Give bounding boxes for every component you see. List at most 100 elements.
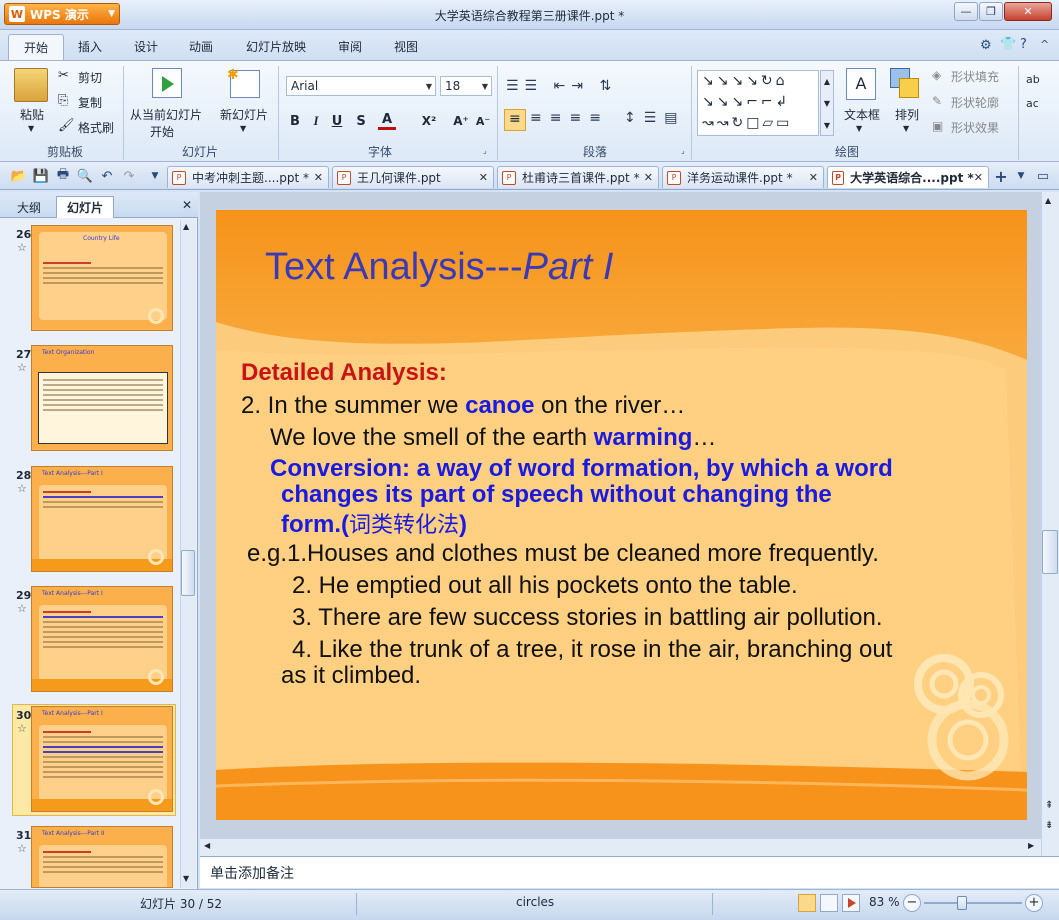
shape-outline-icon[interactable]: ✎: [932, 94, 942, 108]
doc-tab-3[interactable]: P 杜甫诗三首课件.ppt * ✕: [497, 166, 659, 188]
close-icon[interactable]: ✕: [479, 171, 488, 184]
arrange-icon[interactable]: [890, 68, 920, 100]
copy-icon[interactable]: ⎘: [58, 93, 68, 108]
paste-icon[interactable]: [14, 68, 48, 102]
close-button[interactable]: ✕: [1004, 2, 1052, 21]
settings-icon[interactable]: ⚙: [980, 38, 992, 53]
scissors-icon[interactable]: ✂: [58, 68, 69, 83]
scroll-left-icon[interactable]: ◀: [204, 841, 210, 850]
example-4-cont[interactable]: as it climbed.: [281, 662, 421, 690]
bold-button[interactable]: B: [286, 112, 304, 130]
format-painter-button[interactable]: 格式刷: [78, 119, 114, 136]
customize-toolbar-icon[interactable]: ▼: [146, 167, 164, 185]
print-icon[interactable]: 🖶: [54, 167, 72, 185]
example-1[interactable]: e.g.1.Houses and clothes must be cleaned…: [247, 540, 879, 568]
zoom-slider-thumb[interactable]: [957, 896, 967, 910]
scrollbar-thumb[interactable]: [1042, 530, 1058, 574]
skin-icon[interactable]: 👕: [1000, 37, 1016, 52]
scroll-down-icon[interactable]: ▼: [183, 874, 189, 883]
slideshow-button[interactable]: [842, 894, 860, 912]
slide-thumbnail[interactable]: Text Analysis---Part I: [31, 586, 173, 692]
chevron-down-icon[interactable]: ▼: [856, 124, 862, 133]
chevron-down-icon[interactable]: ▼: [28, 124, 34, 133]
shrink-font-button[interactable]: A⁻: [474, 112, 492, 130]
notes-pane[interactable]: 单击添加备注: [200, 856, 1059, 888]
collapse-ribbon-icon[interactable]: ^: [1040, 38, 1049, 51]
tab-outline[interactable]: 大纲: [6, 196, 52, 218]
conversion-line-2[interactable]: changes its part of speech without chang…: [281, 481, 832, 509]
prev-slide-icon[interactable]: ⇞: [1045, 800, 1053, 811]
tab-view[interactable]: 视图: [394, 38, 418, 55]
slide-canvas[interactable]: Text Analysis---Part I Detailed Analysis…: [216, 210, 1027, 820]
align-left-button[interactable]: ≡: [504, 109, 526, 131]
slide-heading[interactable]: Detailed Analysis:: [241, 359, 447, 387]
italic-button[interactable]: I: [307, 112, 325, 130]
window-list-icon[interactable]: ▭: [1034, 167, 1052, 185]
dialog-launcher-icon[interactable]: ⌟: [681, 146, 685, 155]
superscript-button[interactable]: X²: [420, 112, 438, 130]
normal-view-button[interactable]: [798, 894, 816, 912]
chevron-down-icon[interactable]: ▼: [240, 124, 246, 133]
close-icon[interactable]: ✕: [809, 171, 818, 184]
new-slide-button[interactable]: 新幻灯片: [220, 106, 268, 123]
slide-thumbnail[interactable]: Text Analysis---Part II: [31, 826, 173, 888]
font-name-select[interactable]: Arial ▼: [286, 76, 436, 96]
grow-font-button[interactable]: A⁺: [452, 112, 470, 130]
tab-animation[interactable]: 动画: [189, 38, 213, 55]
zoom-in-button[interactable]: +: [1025, 894, 1043, 912]
restore-button[interactable]: ❐: [979, 2, 1003, 21]
scroll-up-icon[interactable]: ▲: [1045, 196, 1051, 205]
shape-fill-button[interactable]: 形状填充: [951, 68, 999, 85]
tab-home[interactable]: 开始: [8, 34, 64, 60]
paste-button[interactable]: 粘贴: [20, 106, 44, 123]
cut-button[interactable]: 剪切: [78, 69, 102, 86]
zoom-out-button[interactable]: −: [903, 894, 921, 912]
new-tab-icon[interactable]: +: [992, 167, 1010, 186]
doc-tab-1[interactable]: P 中考冲刺主题....ppt * ✕: [167, 166, 329, 188]
play-from-current-button[interactable]: 从当前幻灯片: [130, 106, 202, 123]
zoom-slider-track[interactable]: [924, 902, 1022, 904]
chevron-down-icon[interactable]: ▼: [1012, 167, 1030, 185]
font-color-button[interactable]: A: [378, 112, 396, 130]
tab-insert[interactable]: 插入: [78, 38, 102, 55]
slide-thumbnail[interactable]: Text Organization: [31, 345, 173, 451]
next-slide-icon[interactable]: ⇟: [1045, 820, 1053, 831]
tab-design[interactable]: 设计: [134, 38, 158, 55]
alignment-icons[interactable]: ≡≡≡≡: [530, 110, 609, 126]
shapes-gallery[interactable]: ↘↘↘↘↻⌂ ↘↘↘⌐⌐↲ ↝↝↻□▱▭: [697, 70, 819, 136]
scroll-right-icon[interactable]: ▶: [1028, 841, 1034, 850]
example-4[interactable]: 4. Like the trunk of a tree, it rose in …: [292, 636, 892, 664]
copy-button[interactable]: 复制: [78, 94, 102, 111]
tab-slides[interactable]: 幻灯片: [56, 196, 114, 218]
close-icon[interactable]: ✕: [644, 171, 653, 184]
slide-thumbnail[interactable]: Country Life: [31, 225, 173, 331]
close-icon[interactable]: ✕: [974, 171, 983, 184]
conversion-line-1[interactable]: Conversion: a way of word formation, by …: [270, 455, 893, 483]
underline-button[interactable]: U: [328, 112, 346, 130]
spacing-icons[interactable]: ↕☰▤: [624, 110, 686, 126]
undo-icon[interactable]: ↶: [98, 167, 116, 185]
conversion-line-3[interactable]: form.(词类转化法): [281, 507, 467, 539]
shape-fill-icon[interactable]: ◈: [932, 68, 941, 82]
shape-outline-button[interactable]: 形状轮廓: [951, 94, 999, 111]
open-folder-icon[interactable]: 📂: [10, 167, 28, 185]
play-from-current-icon[interactable]: [152, 68, 182, 98]
vertical-scrollbar[interactable]: [1041, 192, 1059, 856]
close-icon[interactable]: ✕: [314, 171, 323, 184]
print-preview-icon[interactable]: 🔍: [76, 167, 94, 185]
chevron-down-icon[interactable]: ▼: [903, 124, 909, 133]
dialog-launcher-icon[interactable]: ⌟: [483, 146, 487, 155]
save-icon[interactable]: 💾: [32, 167, 50, 185]
play-from-current-label2[interactable]: 开始: [150, 123, 174, 140]
partial-ribbon-group[interactable]: ab ac: [1026, 68, 1054, 116]
minimize-button[interactable]: —: [954, 2, 978, 21]
tab-slideshow[interactable]: 幻灯片放映: [246, 38, 306, 55]
new-slide-icon[interactable]: ✱: [227, 67, 260, 98]
doc-tab-2[interactable]: P 王几何课件.ppt ✕: [332, 166, 494, 188]
format-painter-icon[interactable]: 🖌: [58, 118, 75, 133]
help-icon[interactable]: ?: [1020, 37, 1027, 52]
shape-effect-icon[interactable]: ▣: [932, 119, 943, 133]
font-size-select[interactable]: 18 ▼: [440, 76, 492, 96]
example-3[interactable]: 3. There are few success stories in batt…: [292, 604, 883, 632]
slide-thumbnail-selected[interactable]: Text Analysis---Part I: [31, 706, 173, 812]
